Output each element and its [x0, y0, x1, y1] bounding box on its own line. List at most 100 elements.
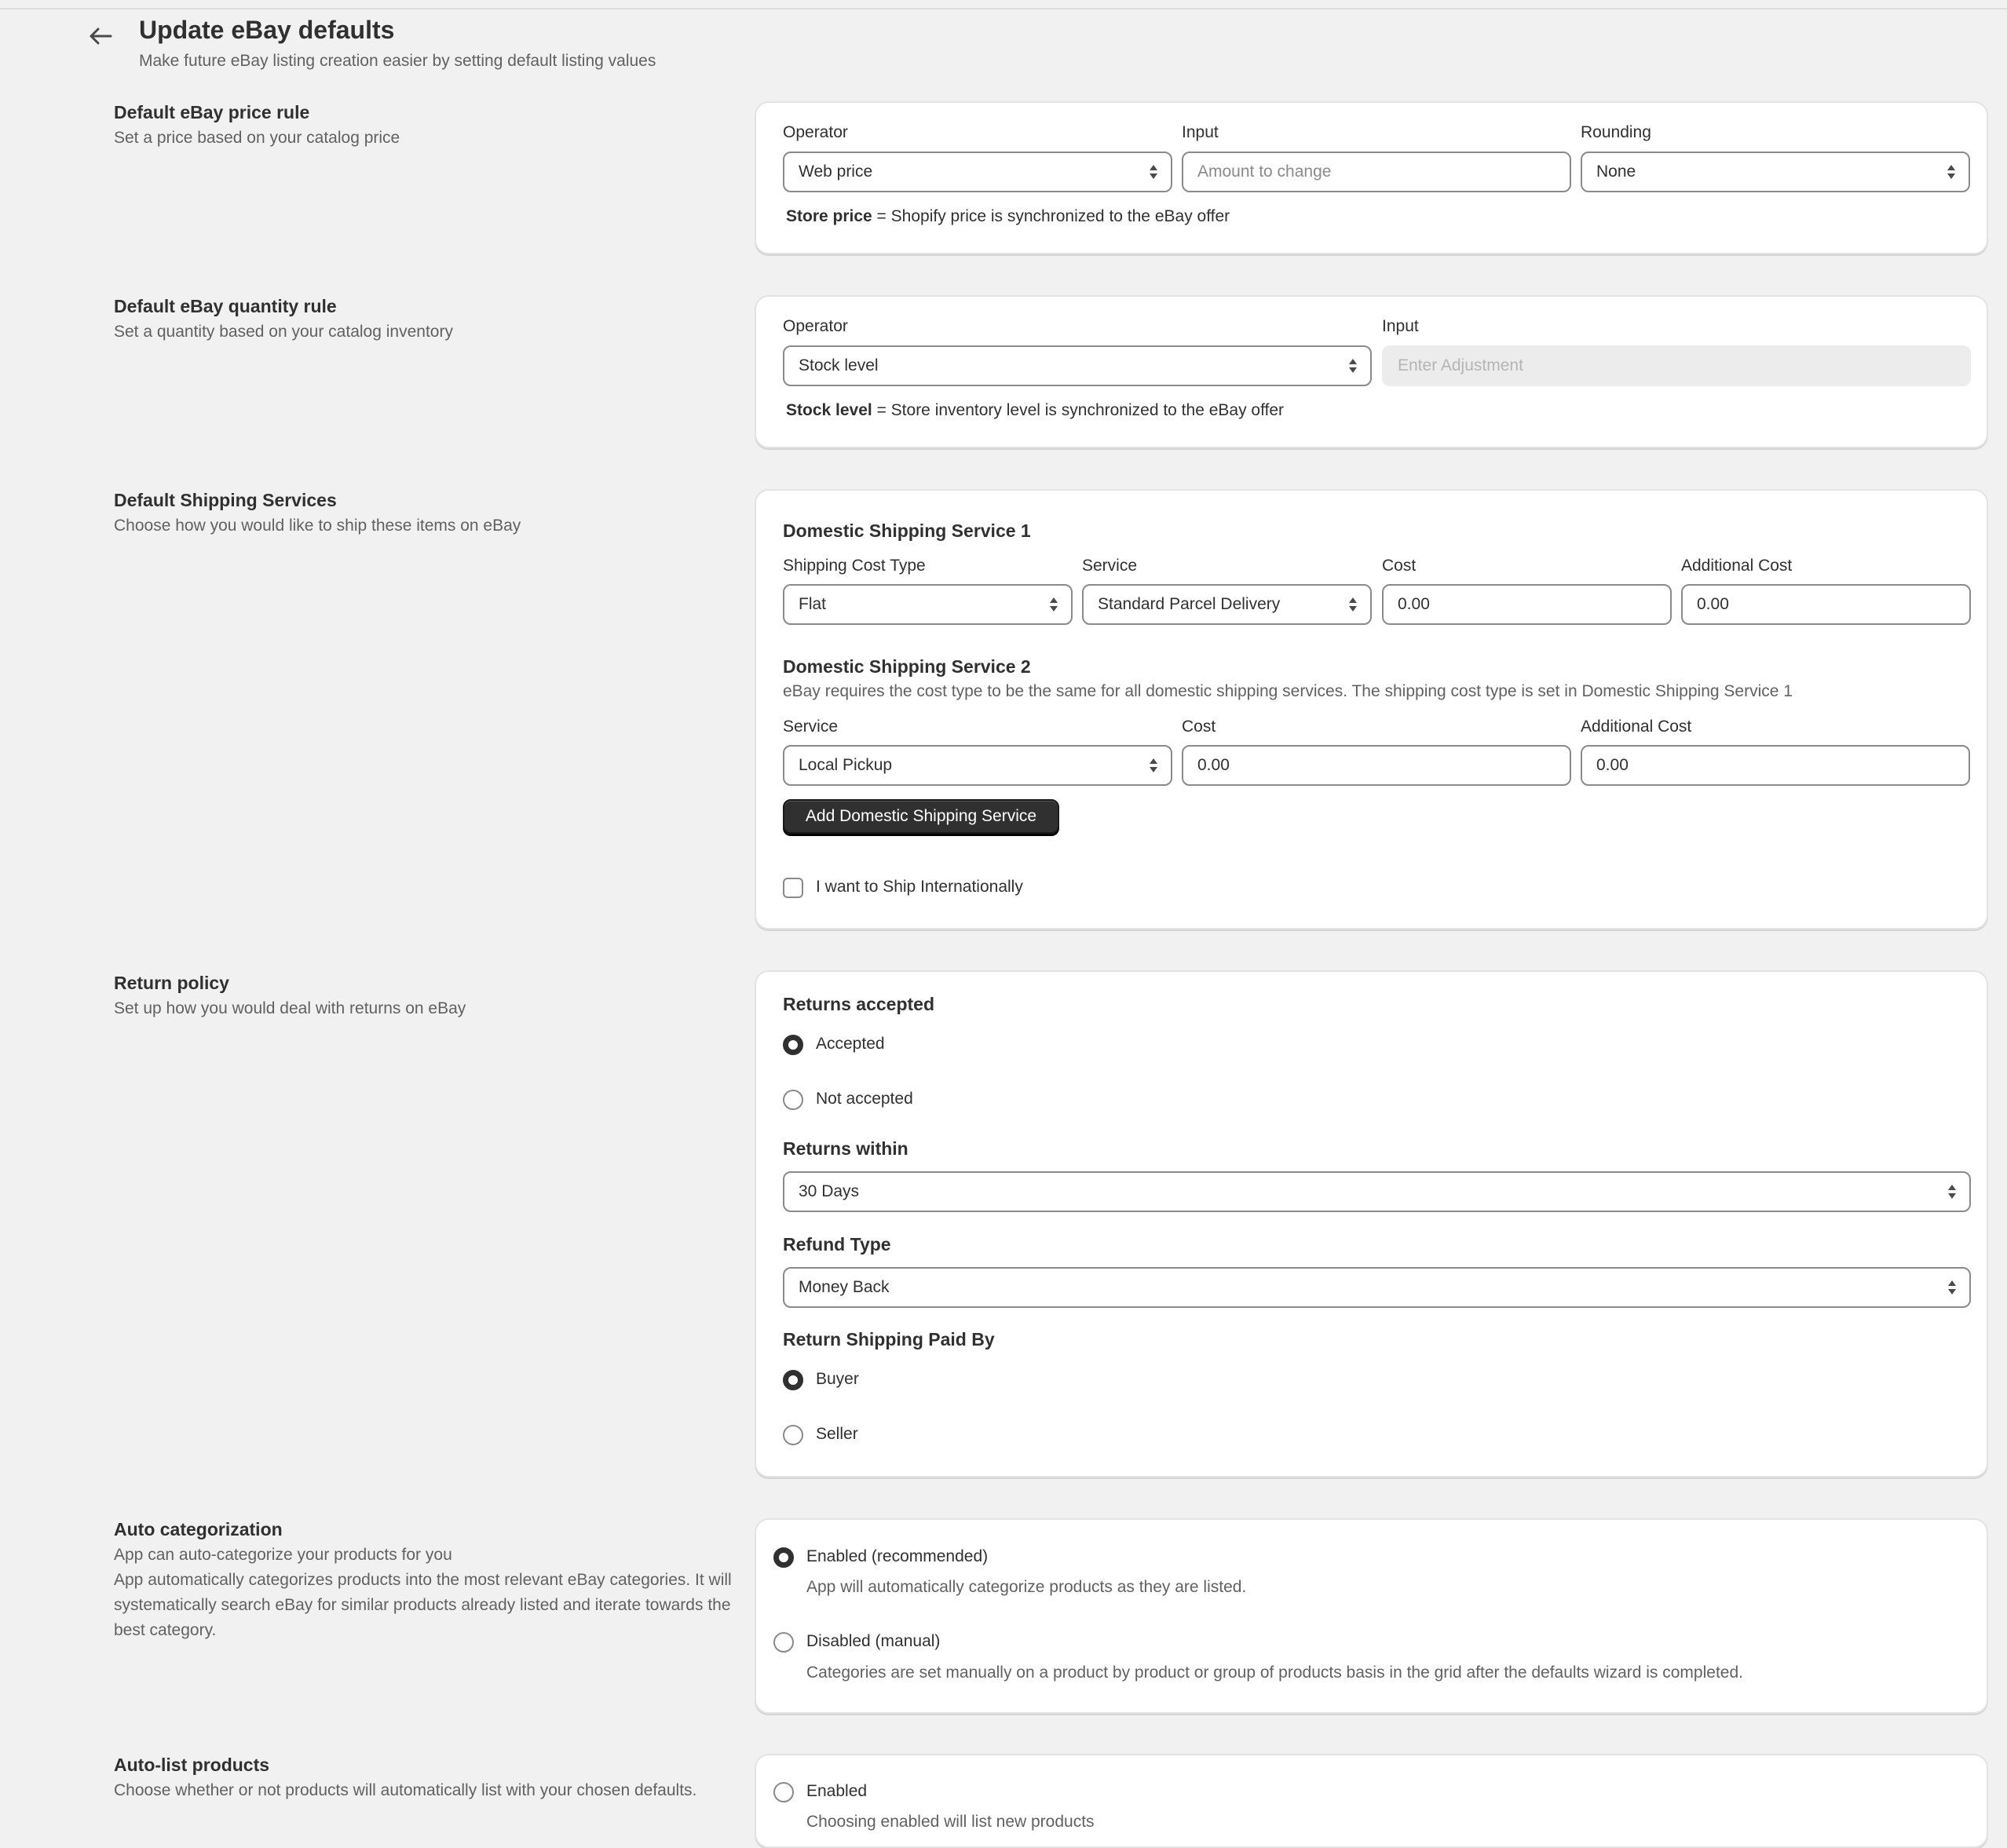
auto-list-card: Enabled Choosing enabled will list new p…: [755, 1754, 1988, 1848]
quantity-input-label: Input: [1382, 317, 1419, 336]
autocat-enabled-radio[interactable]: [773, 1547, 794, 1568]
select-chevron-icon: [1947, 164, 1956, 181]
price-amount-input[interactable]: Amount to change: [1182, 152, 1571, 192]
shipping-cost-type-value: Flat: [799, 595, 826, 614]
cost-1-value: 0.00: [1398, 595, 1430, 614]
price-operator-value: Web price: [799, 163, 872, 181]
return-shipping-paid-by-heading: Return Shipping Paid By: [783, 1329, 995, 1350]
select-chevron-icon: [1149, 758, 1158, 775]
autolist-enabled-radio[interactable]: [773, 1782, 794, 1802]
returns-not-accepted-radio[interactable]: [783, 1090, 803, 1110]
price-input-label: Input: [1182, 123, 1219, 142]
cost-2-input[interactable]: 0.00: [1182, 745, 1571, 786]
select-chevron-icon: [1348, 597, 1358, 614]
autocat-disabled-note: Categories are set manually on a product…: [806, 1664, 1743, 1682]
rounding-select[interactable]: None: [1581, 152, 1970, 192]
returns-accepted-heading: Returns accepted: [783, 994, 934, 1015]
quantity-rule-desc: Set a quantity based on your catalog inv…: [114, 320, 742, 345]
ship-internationally-label[interactable]: I want to Ship Internationally: [816, 878, 1023, 897]
top-divider: [0, 0, 2007, 9]
returns-within-value: 30 Days: [799, 1182, 859, 1201]
price-rule-term: Store price: [786, 207, 872, 225]
select-chevron-icon: [1149, 164, 1158, 181]
service-2-value: Local Pickup: [799, 756, 892, 775]
quantity-rule-summary: Stock level = Store inventory level is s…: [786, 401, 1284, 420]
cost-2-label: Cost: [1182, 718, 1216, 736]
add-domestic-shipping-button[interactable]: Add Domestic Shipping Service: [783, 799, 1059, 834]
paid-by-buyer-label[interactable]: Buyer: [816, 1370, 859, 1389]
return-policy-card: Returns accepted Accepted Not accepted R…: [755, 970, 1988, 1477]
price-operator-label: Operator: [783, 123, 848, 142]
service-1-label: Service: [1082, 557, 1137, 575]
price-operator-select[interactable]: Web price: [783, 152, 1172, 192]
refund-type-heading: Refund Type: [783, 1234, 891, 1255]
autocat-enabled-note: App will automatically categorize produc…: [806, 1578, 1246, 1597]
quantity-rule-card: Operator Stock level Input Enter Adjustm…: [755, 295, 1988, 448]
service-2-select[interactable]: Local Pickup: [783, 745, 1172, 786]
quantity-rule-term: Stock level: [786, 401, 872, 419]
quantity-operator-label: Operator: [783, 317, 848, 336]
quantity-adjustment-placeholder: Enter Adjustment: [1398, 356, 1523, 375]
ship-internationally-checkbox[interactable]: [783, 878, 803, 898]
auto-categorization-title: Auto categorization: [114, 1519, 283, 1540]
return-policy-title: Return policy: [114, 973, 229, 994]
auto-categorization-detail: App automatically categorizes products i…: [114, 1568, 734, 1643]
auto-categorization-card: Enabled (recommended) App will automatic…: [755, 1518, 1988, 1714]
service-2-label: Service: [783, 718, 838, 736]
price-amount-placeholder: Amount to change: [1197, 163, 1331, 181]
select-chevron-icon: [1049, 597, 1058, 614]
returns-accepted-radio[interactable]: [783, 1035, 803, 1055]
returns-within-select[interactable]: 30 Days: [783, 1171, 1971, 1212]
rounding-label: Rounding: [1581, 123, 1651, 142]
refund-type-value: Money Back: [799, 1278, 890, 1297]
quantity-operator-value: Stock level: [799, 356, 879, 375]
returns-not-accepted-label[interactable]: Not accepted: [816, 1090, 913, 1108]
auto-list-desc: Choose whether or not products will auto…: [114, 1778, 742, 1803]
shipping-title: Default Shipping Services: [114, 490, 337, 511]
cost-1-label: Cost: [1382, 557, 1416, 575]
autocat-disabled-radio[interactable]: [773, 1632, 794, 1653]
autolist-enabled-note: Choosing enabled will list new products: [806, 1813, 1095, 1832]
price-rule-text: = Shopify price is synchronized to the e…: [872, 207, 1230, 225]
returns-accepted-label[interactable]: Accepted: [816, 1035, 885, 1054]
shipping-cost-type-select[interactable]: Flat: [783, 584, 1073, 625]
additional-cost-2-input[interactable]: 0.00: [1581, 745, 1970, 786]
page-subtitle: Make future eBay listing creation easier…: [139, 52, 656, 71]
shipping-service-2-heading: Domestic Shipping Service 2: [783, 656, 1031, 677]
back-button[interactable]: [85, 20, 116, 52]
additional-cost-2-label: Additional Cost: [1581, 718, 1691, 736]
select-chevron-icon: [1348, 358, 1358, 375]
arrow-left-icon: [89, 27, 112, 46]
autocat-enabled-label[interactable]: Enabled (recommended): [806, 1547, 988, 1566]
auto-list-title: Auto-list products: [114, 1755, 269, 1776]
rounding-value: None: [1596, 163, 1636, 181]
price-rule-summary: Store price = Shopify price is synchroni…: [786, 207, 1230, 226]
shipping-card: Domestic Shipping Service 1 Shipping Cos…: [755, 489, 1988, 929]
quantity-rule-title: Default eBay quantity rule: [114, 296, 337, 317]
auto-categorization-desc: App can auto-categorize your products fo…: [114, 1543, 742, 1568]
service-1-value: Standard Parcel Delivery: [1098, 595, 1280, 614]
service-1-select[interactable]: Standard Parcel Delivery: [1082, 584, 1372, 625]
quantity-operator-select[interactable]: Stock level: [783, 345, 1372, 386]
shipping-service-2-note: eBay requires the cost type to be the sa…: [783, 682, 1793, 701]
returns-within-heading: Returns within: [783, 1138, 908, 1160]
paid-by-buyer-radio[interactable]: [783, 1370, 803, 1390]
refund-type-select[interactable]: Money Back: [783, 1267, 1971, 1308]
return-policy-desc: Set up how you would deal with returns o…: [114, 996, 742, 1021]
autocat-disabled-label[interactable]: Disabled (manual): [806, 1632, 940, 1651]
quantity-adjustment-input[interactable]: Enter Adjustment: [1382, 345, 1971, 386]
paid-by-seller-radio[interactable]: [783, 1425, 803, 1445]
additional-cost-1-value: 0.00: [1697, 595, 1729, 614]
cost-1-input[interactable]: 0.00: [1382, 584, 1672, 625]
price-rule-desc: Set a price based on your catalog price: [114, 126, 742, 151]
shipping-service-1-heading: Domestic Shipping Service 1: [783, 520, 1031, 542]
page-title: Update eBay defaults: [139, 16, 394, 45]
shipping-desc: Choose how you would like to ship these …: [114, 513, 742, 539]
quantity-rule-text: = Store inventory level is synchronized …: [872, 401, 1284, 419]
cost-2-value: 0.00: [1197, 756, 1230, 775]
autolist-enabled-label[interactable]: Enabled: [806, 1782, 867, 1801]
paid-by-seller-label[interactable]: Seller: [816, 1425, 858, 1444]
additional-cost-1-label: Additional Cost: [1681, 557, 1792, 575]
price-rule-title: Default eBay price rule: [114, 102, 309, 123]
additional-cost-1-input[interactable]: 0.00: [1681, 584, 1971, 625]
